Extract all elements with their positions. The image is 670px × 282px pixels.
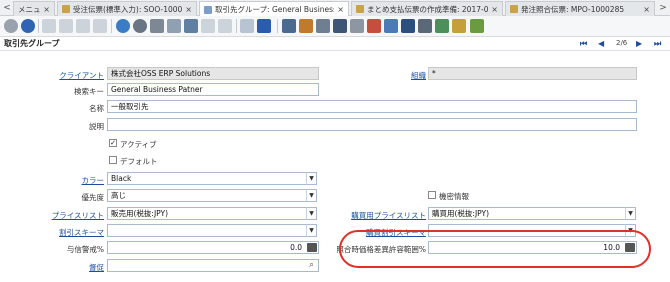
- document-icon: [356, 5, 364, 13]
- toolbar: [0, 16, 670, 37]
- workflow-icon[interactable]: [401, 19, 415, 33]
- tab-bp-group[interactable]: 取引先グループ: General Business P... ×: [199, 1, 349, 17]
- price-list-label[interactable]: プライスリスト: [52, 210, 104, 221]
- zoom-across-icon[interactable]: [333, 19, 347, 33]
- folder-icon[interactable]: [452, 19, 466, 33]
- tab-scroll-left-button[interactable]: <: [2, 2, 12, 14]
- highlight-annotation: [339, 230, 651, 268]
- discount-schema-select[interactable]: [107, 224, 307, 237]
- last-record-button[interactable]: ⏭: [654, 39, 661, 49]
- print-icon[interactable]: [316, 19, 330, 33]
- confidential-label: 機密情報: [439, 192, 469, 201]
- close-icon[interactable]: ×: [43, 5, 50, 14]
- search-icon[interactable]: ⌕: [306, 260, 317, 271]
- toolbar-separator: [236, 19, 237, 33]
- active-label: アクティブ: [120, 140, 157, 149]
- business-partner-icon: [204, 5, 212, 14]
- copy-record-icon[interactable]: [59, 19, 73, 33]
- toolbar-separator: [111, 19, 112, 33]
- name-label: 名称: [89, 104, 104, 113]
- requests-icon[interactable]: [350, 19, 364, 33]
- tab-payment-selection[interactable]: まとめ支払伝票の作成準備: 2017-04-22 20... ×: [351, 1, 503, 16]
- confidential-checkbox[interactable]: [428, 191, 436, 199]
- close-icon[interactable]: ×: [643, 5, 650, 14]
- priority-select[interactable]: 高じ: [107, 189, 307, 202]
- next-record-icon[interactable]: [257, 19, 271, 33]
- toolbar-separator: [277, 19, 278, 33]
- calculator-icon[interactable]: [307, 243, 317, 252]
- client-label[interactable]: クライアント: [59, 70, 104, 81]
- client-field: 株式会社OSS ERP Solutions: [107, 67, 319, 80]
- product-info-icon[interactable]: [367, 19, 381, 33]
- first-record-icon[interactable]: [240, 19, 254, 33]
- chevron-down-icon[interactable]: ▼: [306, 172, 317, 185]
- discount-schema-label[interactable]: 割引スキーマ: [59, 227, 104, 238]
- chevron-down-icon[interactable]: ▼: [306, 224, 317, 237]
- priority-label: 優先度: [81, 193, 105, 202]
- tab-label: 取引先グループ: General Business P...: [215, 5, 335, 14]
- find-icon[interactable]: [133, 19, 147, 33]
- image-icon[interactable]: [435, 19, 449, 33]
- tab-label: 発注照合伝票: MPO-1000285: [521, 4, 625, 14]
- divider: [0, 50, 670, 51]
- dunning-input[interactable]: [107, 259, 319, 272]
- parent-record-icon[interactable]: [218, 19, 232, 33]
- active-checkbox[interactable]: ✓: [109, 139, 117, 147]
- tab-sales-order[interactable]: 受注伝票(標準入力): SOO-1000308 ×: [57, 1, 197, 16]
- tab-po-matching[interactable]: 発注照合伝票: MPO-1000285 ×: [505, 1, 655, 16]
- org-field: *: [428, 67, 637, 80]
- refresh-icon[interactable]: [116, 19, 130, 33]
- grid-toggle-icon[interactable]: [201, 19, 215, 33]
- tab-label: まとめ支払伝票の作成準備: 2017-04-22 20...: [367, 4, 489, 14]
- archive-icon[interactable]: [299, 19, 313, 33]
- description-label: 説明: [89, 122, 104, 131]
- description-input[interactable]: [107, 118, 637, 131]
- document-icon: [510, 5, 518, 13]
- new-record-icon[interactable]: [42, 19, 56, 33]
- po-price-list-label[interactable]: 購買用プライスリスト: [351, 210, 426, 221]
- toolbar-separator: [38, 19, 39, 33]
- name-input[interactable]: 一般取引先: [107, 100, 637, 113]
- po-price-list-select[interactable]: 購買用(税抜:JPY): [428, 207, 626, 220]
- tab-label: 受注伝票(標準入力): SOO-1000308: [73, 4, 183, 14]
- undo-icon[interactable]: [4, 19, 18, 33]
- next-record-button[interactable]: ▶: [636, 39, 642, 48]
- chevron-down-icon[interactable]: ▼: [306, 207, 317, 220]
- tab-menu[interactable]: メニュー ×: [13, 1, 55, 16]
- report-icon[interactable]: [282, 19, 296, 33]
- document-icon: [62, 5, 70, 13]
- close-icon[interactable]: ×: [491, 5, 498, 14]
- search-key-input[interactable]: General Business Patner: [107, 83, 319, 96]
- color-label[interactable]: カラー: [82, 175, 105, 186]
- default-checkbox[interactable]: [109, 156, 117, 164]
- first-record-button[interactable]: ⏮: [580, 39, 587, 49]
- close-window-icon[interactable]: [470, 19, 484, 33]
- close-icon[interactable]: ×: [337, 5, 344, 14]
- window-tab-strip: < メニュー × 受注伝票(標準入力): SOO-1000308 × 取引先グル…: [0, 0, 670, 17]
- credit-watch-input[interactable]: 0.0: [107, 241, 319, 254]
- lock-icon[interactable]: [418, 19, 432, 33]
- record-counter: 2/6: [616, 39, 628, 47]
- page-title: 取引先グループ: [4, 39, 60, 48]
- process-icon[interactable]: [384, 19, 398, 33]
- delete-icon[interactable]: [93, 19, 107, 33]
- org-label[interactable]: 組織: [411, 70, 426, 81]
- tab-scroll-right-button[interactable]: >: [658, 2, 668, 14]
- tab-label: メニュー: [18, 4, 41, 14]
- default-label: デフォルト: [120, 157, 158, 166]
- price-list-select[interactable]: 販売用(税抜:JPY): [107, 207, 307, 220]
- attachment-icon[interactable]: [150, 19, 164, 33]
- color-select[interactable]: Black: [107, 172, 307, 185]
- save-icon[interactable]: [76, 19, 90, 33]
- credit-watch-label: 与信警戒%: [66, 245, 104, 254]
- chevron-down-icon[interactable]: ▼: [306, 189, 317, 202]
- search-key-label: 検索キー: [74, 87, 104, 96]
- chat-icon[interactable]: [167, 19, 181, 33]
- close-icon[interactable]: ×: [185, 5, 192, 14]
- previous-record-button[interactable]: ◀: [598, 39, 604, 48]
- history-icon[interactable]: [184, 19, 198, 33]
- dunning-label[interactable]: 督促: [89, 262, 104, 273]
- help-icon[interactable]: [21, 19, 35, 33]
- chevron-down-icon[interactable]: ▼: [625, 207, 636, 220]
